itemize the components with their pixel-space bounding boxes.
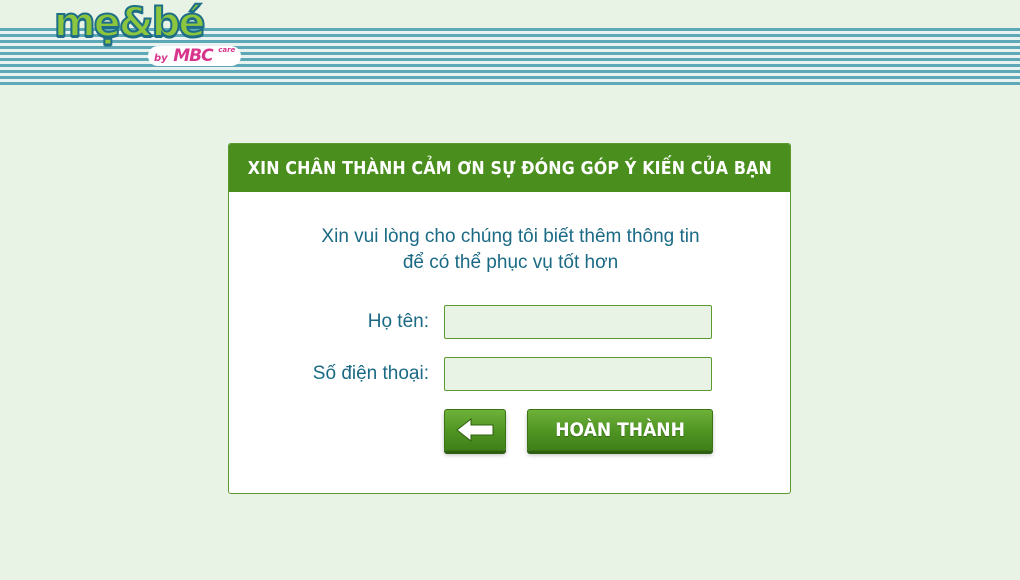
logo-by: by xyxy=(154,53,168,64)
phone-field[interactable] xyxy=(444,357,712,391)
feedback-panel: XIN CHÂN THÀNH CẢM ƠN SỰ ĐÓNG GÓP Ý KIẾN… xyxy=(228,143,791,494)
brand-logo[interactable]: mẹ&bé by MBC care xyxy=(53,0,242,74)
name-label: Họ tên: xyxy=(367,311,429,332)
finish-button[interactable]: HOÀN THÀNH xyxy=(527,409,713,451)
phone-label: Số điện thoại: xyxy=(312,363,429,384)
logo-care: care xyxy=(218,46,236,54)
finish-button-label: HOÀN THÀNH xyxy=(555,419,685,441)
logo-byline: by MBC care xyxy=(148,46,242,66)
logo-mbc: MBC xyxy=(173,46,213,66)
panel-header: XIN CHÂN THÀNH CẢM ƠN SỰ ĐÓNG GÓP Ý KIẾN… xyxy=(229,144,790,192)
back-button[interactable] xyxy=(444,409,506,451)
logo-text: mẹ&bé xyxy=(53,0,206,47)
name-field[interactable] xyxy=(444,305,712,339)
arrow-left-icon xyxy=(456,417,494,443)
panel-title: XIN CHÂN THÀNH CẢM ƠN SỰ ĐÓNG GÓP Ý KIẾN… xyxy=(247,157,772,179)
intro-line-1: Xin vui lòng cho chúng tôi biết thêm thô… xyxy=(321,226,700,247)
intro-text: Xin vui lòng cho chúng tôi biết thêm thô… xyxy=(229,224,790,276)
intro-line-2: để có thể phục vụ tốt hơn xyxy=(402,252,619,273)
